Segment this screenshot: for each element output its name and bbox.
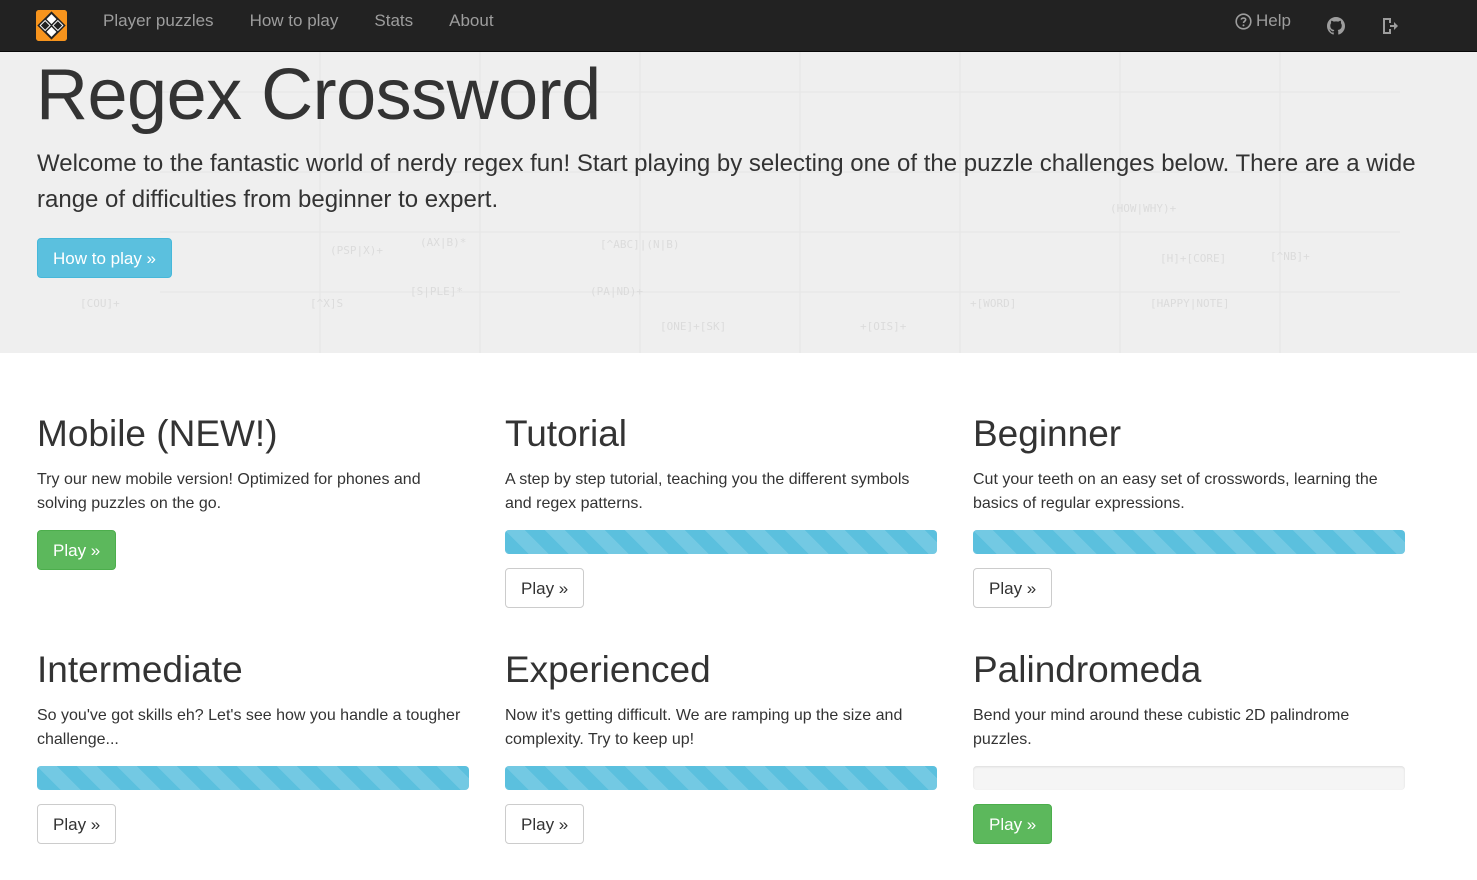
- play-button[interactable]: Play »: [973, 568, 1053, 608]
- card-description: A step by step tutorial, teaching you th…: [505, 471, 910, 512]
- puzzle-card-intermediate: Intermediate So you've got skills eh? Le…: [37, 650, 469, 844]
- help-link[interactable]: Help: [1217, 0, 1309, 52]
- how-to-play-button[interactable]: How to play »: [37, 238, 172, 278]
- github-link[interactable]: [1309, 5, 1363, 47]
- main-nav: Player puzzles How to play Stats About: [85, 0, 512, 52]
- progress-bar: [973, 530, 1405, 554]
- regex-crossword-logo-icon[interactable]: [36, 10, 67, 41]
- card-title: Palindromeda: [973, 649, 1202, 690]
- puzzle-card-experienced: Experienced Now it's getting difficult. …: [505, 650, 937, 844]
- hero-jumbotron: (PSP|X)+ (AX|B)* [^ABC]|(N|B) [COU]+ [^X…: [0, 52, 1477, 353]
- progress-bar: [37, 766, 469, 790]
- puzzle-card-palindromeda: Palindromeda Bend your mind around these…: [973, 650, 1405, 844]
- hero-description: Welcome to the fantastic world of nerdy …: [37, 150, 1416, 213]
- card-description: Now it's getting difficult. We are rampi…: [505, 707, 903, 748]
- progress-bar: [505, 530, 937, 554]
- progress-fill: [505, 766, 937, 790]
- play-button[interactable]: Play »: [973, 804, 1053, 844]
- card-description: Try our new mobile version! Optimized fo…: [37, 471, 421, 512]
- card-description: Cut your teeth on an easy set of crosswo…: [973, 471, 1378, 512]
- card-title: Experienced: [505, 649, 711, 690]
- card-description: So you've got skills eh? Let's see how y…: [37, 707, 461, 748]
- top-navbar: Player puzzles How to play Stats About H…: [0, 0, 1477, 52]
- page-title: Regex Crossword: [36, 55, 601, 135]
- logout-link[interactable]: [1363, 5, 1417, 47]
- play-button[interactable]: Play »: [37, 530, 117, 570]
- nav-stats[interactable]: Stats: [356, 0, 431, 52]
- progress-fill: [37, 766, 469, 790]
- progress-bar: [505, 766, 937, 790]
- nav-how-to-play[interactable]: How to play: [232, 0, 357, 52]
- puzzle-card-beginner: Beginner Cut your teeth on an easy set o…: [973, 414, 1405, 608]
- play-button[interactable]: Play »: [505, 568, 585, 608]
- user-nav: Help: [1217, 0, 1417, 52]
- nav-about[interactable]: About: [431, 0, 511, 52]
- play-button[interactable]: Play »: [505, 804, 585, 844]
- sign-out-icon: [1381, 17, 1399, 35]
- card-description: Bend your mind around these cubistic 2D …: [973, 707, 1350, 748]
- puzzle-card-tutorial: Tutorial A step by step tutorial, teachi…: [505, 414, 937, 608]
- progress-fill: [973, 530, 1405, 554]
- puzzle-card-mobile: Mobile (NEW!) Try our new mobile version…: [37, 414, 469, 570]
- nav-player-puzzles[interactable]: Player puzzles: [85, 0, 232, 52]
- github-icon: [1327, 17, 1345, 35]
- question-circle-icon: [1235, 12, 1252, 30]
- help-label: Help: [1256, 11, 1291, 30]
- progress-fill: [505, 530, 937, 554]
- card-title: Mobile (NEW!): [37, 413, 278, 454]
- card-title: Intermediate: [37, 649, 243, 690]
- card-title: Tutorial: [505, 413, 628, 454]
- progress-bar: [973, 766, 1405, 790]
- play-button[interactable]: Play »: [37, 804, 117, 844]
- card-title: Beginner: [973, 413, 1122, 454]
